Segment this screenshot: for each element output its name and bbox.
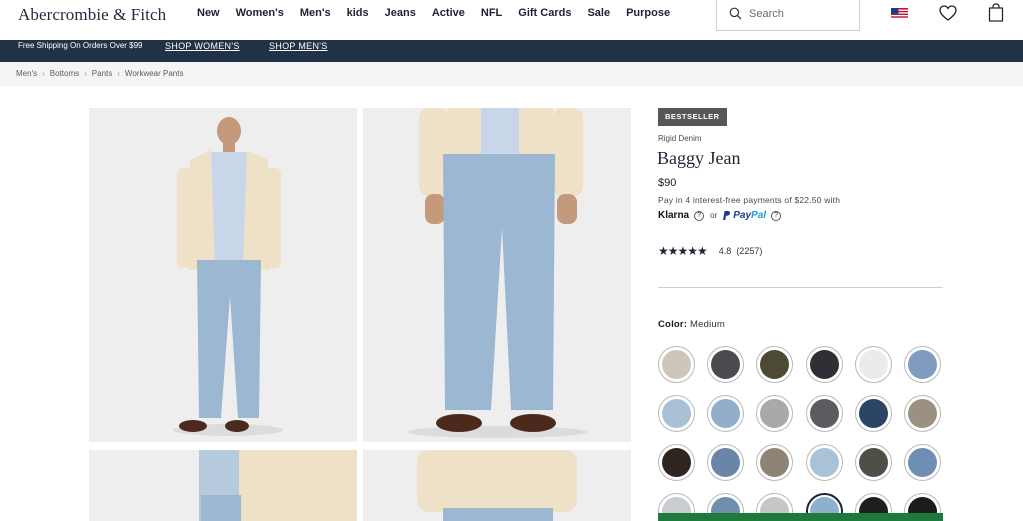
nav-nfl[interactable]: NFL [481, 7, 502, 19]
product-price: $90 [658, 177, 677, 189]
product-image-detail-left[interactable] [89, 450, 357, 521]
color-swatch[interactable] [854, 444, 892, 481]
color-label: Color: Medium [658, 319, 725, 330]
color-swatch-fill [809, 399, 839, 428]
product-subtitle: Rigid Denim [658, 134, 702, 143]
search-icon [729, 7, 742, 20]
color-swatch[interactable] [707, 395, 745, 432]
nav-womens[interactable]: Women's [236, 7, 284, 19]
shop-mens-link[interactable]: SHOP MEN'S [269, 41, 328, 51]
or-text: or [710, 211, 718, 220]
us-flag-icon[interactable] [891, 8, 908, 19]
divider [658, 287, 943, 288]
breadcrumb-chevron-icon: › [42, 69, 45, 78]
breadcrumb-mens[interactable]: Men's [16, 69, 37, 78]
klarna-logo: Klarna [658, 210, 690, 221]
product-image-jeans-front[interactable] [363, 108, 631, 442]
breadcrumb-pants[interactable]: Pants [92, 69, 112, 78]
product-image-full-body[interactable] [89, 108, 357, 442]
nav-mens[interactable]: Men's [300, 7, 331, 19]
search-input[interactable]: Search [716, 0, 860, 31]
color-swatch-fill [662, 350, 691, 379]
nav-kids[interactable]: kids [347, 7, 369, 19]
color-swatch[interactable] [904, 346, 941, 383]
color-swatch-fill [809, 350, 839, 379]
color-swatch-fill [858, 448, 888, 477]
klarna-info-icon[interactable]: ? [694, 210, 705, 221]
rating-value: 4.8 [718, 246, 732, 256]
color-swatch-fill [711, 448, 741, 477]
color-swatch[interactable] [707, 346, 745, 383]
bestseller-badge: BESTSELLER [658, 108, 727, 126]
color-swatch-fill [760, 399, 790, 428]
color-swatch-fill [711, 350, 741, 379]
promo-banner: Free Shipping On Orders Over $99 SHOP WO… [0, 40, 1023, 62]
color-swatch-fill [908, 350, 937, 379]
color-swatch-fill [908, 448, 937, 477]
breadcrumb-chevron-icon: › [84, 69, 87, 78]
color-label-key: Color: [658, 319, 688, 330]
paypal-pal-text: Pal [751, 210, 767, 221]
color-swatch[interactable] [756, 444, 794, 481]
installments-text: Pay in 4 interest-free payments of $22.5… [658, 195, 841, 205]
product-title: Baggy Jean [657, 148, 741, 168]
payment-options: Klarna ? or PayPal ? [658, 210, 787, 221]
color-swatch-fill [662, 448, 691, 477]
nav-purpose[interactable]: Purpose [626, 7, 670, 19]
rating[interactable]: ★★★★★ 4.8 (2257) [658, 244, 762, 258]
main-nav: New Women's Men's kids Jeans Active NFL … [197, 7, 686, 19]
color-swatch[interactable] [805, 346, 843, 383]
shopping-bag-icon[interactable] [988, 3, 1004, 22]
color-swatch-fill [662, 399, 691, 428]
breadcrumb-bottoms[interactable]: Bottoms [50, 69, 79, 78]
shop-womens-link[interactable]: SHOP WOMEN'S [165, 41, 240, 51]
product-image-detail-right[interactable] [363, 450, 631, 521]
wishlist-heart-icon[interactable] [939, 5, 957, 21]
color-swatch[interactable] [854, 395, 892, 432]
nav-sale[interactable]: Sale [587, 7, 610, 19]
paypal-info-icon[interactable]: ? [771, 210, 782, 221]
color-value: Medium [690, 319, 726, 330]
add-to-bag-button[interactable] [658, 513, 943, 521]
color-swatch[interactable] [756, 395, 794, 432]
color-swatch[interactable] [805, 444, 843, 481]
color-swatch[interactable] [756, 346, 794, 383]
top-navigation: Abercrombie & Fitch New Women's Men's ki… [0, 0, 1023, 40]
breadcrumb-workwear-pants[interactable]: Workwear Pants [125, 69, 184, 78]
color-swatch-fill [858, 399, 888, 428]
review-count: (2257) [736, 246, 763, 256]
color-swatch[interactable] [904, 395, 941, 432]
breadcrumb: Men's › Bottoms › Pants › Workwear Pants [0, 62, 1023, 86]
color-swatch-fill [908, 399, 937, 428]
color-swatch[interactable] [805, 395, 843, 432]
color-swatch-fill [809, 448, 839, 477]
nav-jeans[interactable]: Jeans [385, 7, 416, 19]
color-swatch-fill [760, 448, 790, 477]
color-swatch[interactable] [904, 444, 941, 481]
paypal-pay-text: Pay [733, 210, 752, 221]
color-swatch[interactable] [658, 444, 695, 481]
color-swatch[interactable] [658, 395, 695, 432]
paypal-p-icon [723, 211, 731, 220]
color-swatch-fill [760, 350, 790, 379]
color-swatch-fill [858, 350, 888, 379]
color-swatch-fill [711, 399, 741, 428]
color-swatch[interactable] [854, 346, 892, 383]
color-swatch[interactable] [707, 444, 745, 481]
brand-logo[interactable]: Abercrombie & Fitch [18, 5, 166, 25]
breadcrumb-chevron-icon: › [117, 69, 120, 78]
nav-active[interactable]: Active [432, 7, 465, 19]
nav-new[interactable]: New [197, 7, 220, 19]
paypal-logo: PayPal [733, 210, 766, 221]
nav-gift-cards[interactable]: Gift Cards [518, 7, 571, 19]
free-shipping-text: Free Shipping On Orders Over $99 [18, 41, 143, 50]
color-swatch[interactable] [658, 346, 695, 383]
search-placeholder: Search [749, 8, 784, 20]
star-rating-icon: ★★★★★ [658, 244, 708, 258]
